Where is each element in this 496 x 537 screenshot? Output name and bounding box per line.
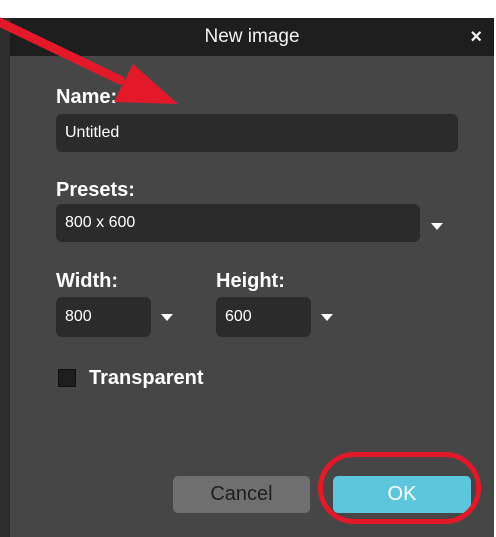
dialog-title: New image — [204, 26, 300, 47]
height-input[interactable]: 600 — [216, 297, 311, 337]
dialog-titlebar: New image × — [10, 18, 494, 56]
width-label: Width: — [56, 270, 119, 292]
backdrop-edge — [0, 18, 10, 537]
ok-button[interactable]: OK — [333, 476, 471, 513]
width-chevron-down-icon[interactable] — [161, 314, 173, 321]
name-label: Name: — [56, 86, 118, 108]
width-input[interactable]: 800 — [56, 297, 151, 337]
transparent-label: Transparent — [89, 367, 204, 389]
new-image-dialog: New image × Name: Untitled Presets: 800 … — [10, 18, 494, 537]
presets-chevron-down-icon[interactable] — [431, 223, 443, 230]
height-label: Height: — [216, 270, 285, 292]
presets-label: Presets: — [56, 179, 135, 201]
close-icon[interactable]: × — [470, 18, 482, 56]
height-chevron-down-icon[interactable] — [321, 314, 333, 321]
name-input[interactable]: Untitled — [56, 114, 458, 152]
presets-select[interactable]: 800 x 600 — [56, 204, 420, 242]
cancel-button[interactable]: Cancel — [173, 476, 310, 513]
transparent-checkbox[interactable] — [58, 369, 76, 387]
